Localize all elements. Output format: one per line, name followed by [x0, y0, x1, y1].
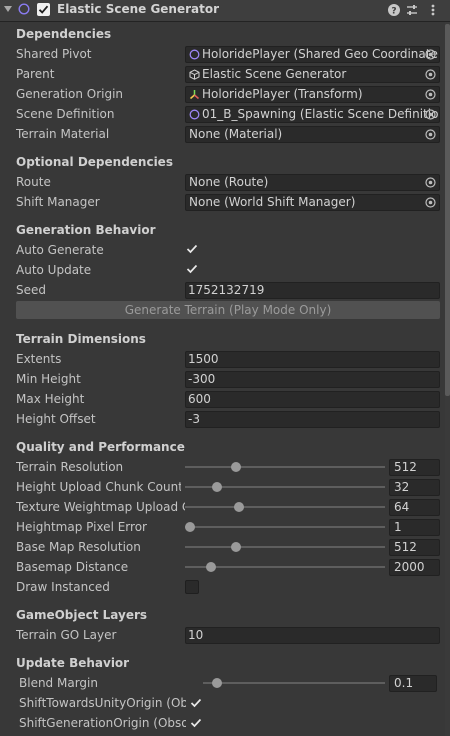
parent-label: Parent	[16, 67, 55, 81]
object-picker-icon[interactable]	[425, 129, 436, 140]
scriptable-object-icon	[189, 109, 200, 120]
height-offset-label: Height Offset	[16, 412, 96, 426]
section-quality-performance: Quality and Performance	[16, 440, 185, 454]
shift-manager-label: Shift Manager	[16, 195, 100, 209]
basemap-distance-slider-thumb[interactable]	[205, 562, 216, 572]
object-picker-icon[interactable]	[425, 177, 436, 188]
auto-update-label: Auto Update	[16, 263, 92, 277]
terrain-resolution-slider-thumb[interactable]	[230, 462, 241, 472]
base-map-resolution-slider[interactable]	[185, 546, 385, 548]
presets-icon[interactable]	[405, 3, 419, 17]
section-gameobject-layers: GameObject Layers	[16, 608, 148, 622]
shift-manager-field[interactable]: None (World Shift Manager)	[185, 194, 440, 211]
help-icon[interactable]: ?	[387, 3, 401, 17]
seed-input[interactable]: 1752132719	[185, 282, 440, 299]
section-terrain-dimensions: Terrain Dimensions	[16, 332, 146, 346]
min-height-input[interactable]: -300	[185, 371, 440, 388]
texture-weightmap-upload-input[interactable]: 64	[389, 499, 440, 516]
basemap-distance-label: Basemap Distance	[16, 560, 129, 574]
height-offset-input[interactable]: -3	[185, 411, 440, 428]
auto-generate-checkbox[interactable]	[185, 242, 199, 256]
section-update-behavior: Update Behavior	[16, 656, 130, 670]
auto-generate-label: Auto Generate	[16, 243, 104, 257]
texture-weightmap-upload-slider-thumb[interactable]	[234, 502, 245, 512]
heightmap-pixel-error-label: Heightmap Pixel Error	[16, 520, 147, 534]
object-picker-icon[interactable]	[425, 89, 436, 100]
section-generation-behavior: Generation Behavior	[16, 223, 156, 237]
shift-generation-origin-label: ShiftGenerationOrigin (Obsole	[19, 716, 186, 730]
transform-icon	[190, 90, 199, 100]
object-picker-icon[interactable]	[425, 49, 436, 60]
terrain-go-layer-input[interactable]: 10	[185, 627, 440, 644]
generation-origin-field[interactable]: HoloridePlayer (Transform)	[185, 86, 440, 103]
shared-pivot-field[interactable]: HoloridePlayer (Shared Geo Coordinate	[185, 46, 440, 63]
max-height-label: Max Height	[16, 392, 85, 406]
shift-towards-unity-origin-label: ShiftTowardsUnityOrigin (Obs	[19, 696, 186, 710]
auto-update-checkbox[interactable]	[185, 262, 199, 276]
blend-margin-label: Blend Margin	[19, 676, 98, 690]
context-menu-icon[interactable]	[426, 3, 440, 17]
height-upload-chunk-input[interactable]: 32	[389, 479, 440, 496]
min-height-label: Min Height	[16, 372, 81, 386]
object-picker-icon[interactable]	[425, 109, 436, 120]
generate-terrain-button[interactable]: Generate Terrain (Play Mode Only)	[16, 301, 440, 319]
generation-origin-label: Generation Origin	[16, 87, 124, 101]
texture-weightmap-upload-label: Texture Weightmap Upload Ch	[16, 500, 185, 514]
foldout-arrow-icon[interactable]	[4, 6, 12, 12]
scene-definition-label: Scene Definition	[16, 107, 115, 121]
script-component-icon	[18, 3, 30, 15]
component-header[interactable]: Elastic Scene Generator ?	[0, 0, 450, 22]
blend-margin-slider[interactable]	[203, 682, 385, 684]
parent-field[interactable]: Elastic Scene Generator	[185, 66, 440, 83]
shift-towards-unity-origin-checkbox[interactable]	[189, 696, 203, 710]
base-map-resolution-label: Base Map Resolution	[16, 540, 141, 554]
component-enabled-checkbox[interactable]	[37, 3, 50, 16]
draw-instanced-label: Draw Instanced	[16, 580, 110, 594]
terrain-resolution-input[interactable]: 512	[389, 459, 440, 476]
route-field[interactable]: None (Route)	[185, 174, 440, 191]
max-height-input[interactable]: 600	[185, 391, 440, 408]
heightmap-pixel-error-slider[interactable]	[185, 526, 385, 528]
texture-weightmap-upload-slider[interactable]	[185, 506, 385, 508]
scrollbar-thumb[interactable]	[445, 24, 450, 396]
extents-label: Extents	[16, 352, 62, 366]
base-map-resolution-slider-thumb[interactable]	[230, 542, 241, 552]
terrain-resolution-slider[interactable]	[185, 466, 385, 468]
scene-definition-field[interactable]: 01_B_Spawning (Elastic Scene Definitio	[185, 106, 440, 123]
geo-coordinate-icon	[189, 49, 200, 60]
terrain-material-label: Terrain Material	[16, 127, 110, 141]
section-dependencies: Dependencies	[16, 27, 112, 41]
shift-generation-origin-checkbox[interactable]	[189, 716, 203, 730]
base-map-resolution-input[interactable]: 512	[389, 539, 440, 556]
terrain-material-field[interactable]: None (Material)	[185, 126, 440, 143]
terrain-resolution-label: Terrain Resolution	[16, 460, 124, 474]
inspector-scrollbar[interactable]	[445, 22, 450, 736]
blend-margin-slider-thumb[interactable]	[211, 678, 222, 688]
extents-input[interactable]: 1500	[185, 351, 440, 368]
blend-margin-input[interactable]: 0.1	[389, 675, 437, 692]
object-picker-icon[interactable]	[425, 69, 436, 80]
svg-text:?: ?	[391, 7, 396, 17]
heightmap-pixel-error-slider-thumb[interactable]	[185, 522, 195, 532]
section-optional-dependencies: Optional Dependencies	[16, 155, 173, 169]
height-upload-chunk-label: Height Upload Chunk Count	[16, 480, 181, 494]
component-title: Elastic Scene Generator	[57, 2, 220, 16]
basemap-distance-input[interactable]: 2000	[389, 559, 440, 576]
draw-instanced-checkbox[interactable]	[185, 580, 199, 594]
object-picker-icon[interactable]	[425, 197, 436, 208]
seed-label: Seed	[16, 283, 46, 297]
height-upload-chunk-slider-thumb[interactable]	[211, 482, 222, 492]
terrain-go-layer-label: Terrain GO Layer	[16, 628, 117, 642]
gameobject-icon	[189, 69, 200, 80]
shared-pivot-label: Shared Pivot	[16, 47, 92, 61]
heightmap-pixel-error-input[interactable]: 1	[389, 519, 440, 536]
route-label: Route	[16, 175, 51, 189]
